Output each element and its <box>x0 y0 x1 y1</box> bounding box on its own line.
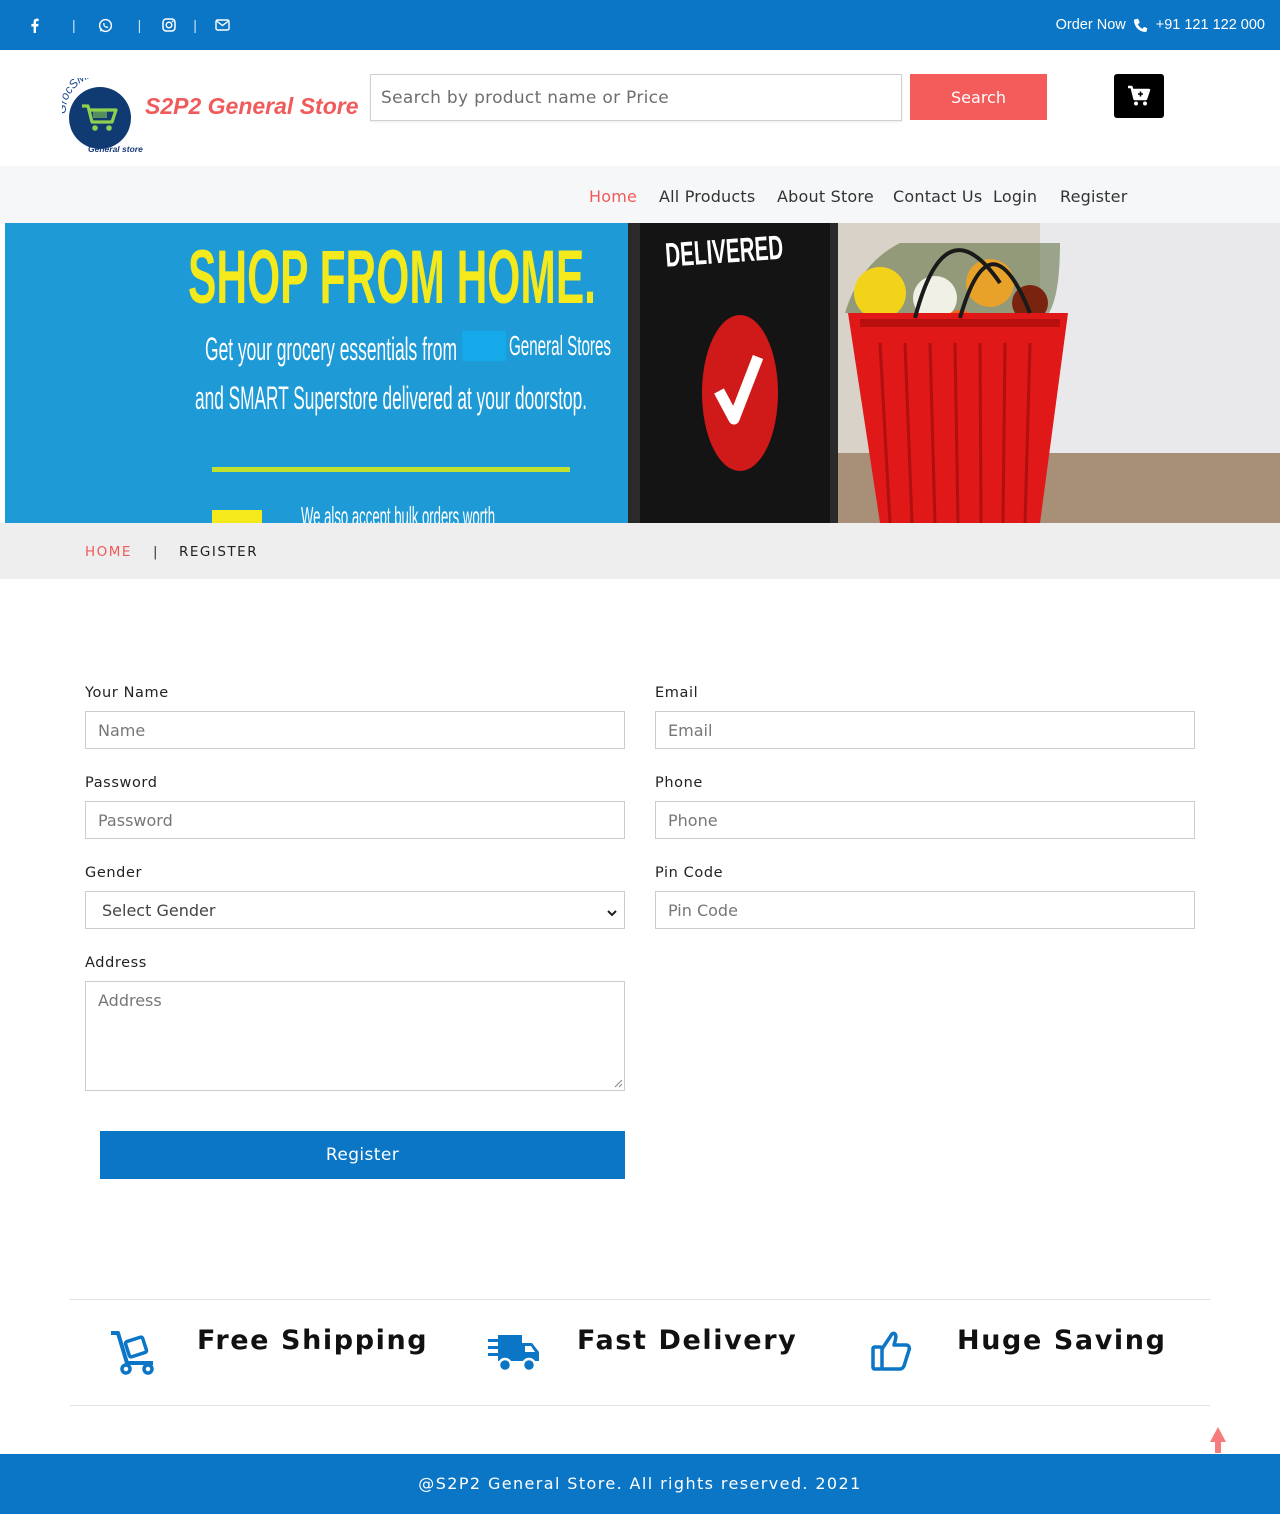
top-bar: | | | Order Now +91 121 122 000 <box>0 0 1280 50</box>
feature-label: Free Shipping <box>197 1325 429 1356</box>
truck-icon <box>488 1335 539 1373</box>
nav-all-products[interactable]: All Products <box>659 187 755 206</box>
cart-icon <box>1128 85 1151 106</box>
site-footer: @S2P2 General Store. All rights reserved… <box>0 1454 1280 1514</box>
site-header: GrocSMART General store S2P2 General Sto… <box>0 50 1280 166</box>
address-field[interactable] <box>85 981 625 1091</box>
register-button[interactable]: Register <box>100 1131 625 1179</box>
promo-banner: SHOP FROM HOME. Get your grocery essenti… <box>0 223 1280 523</box>
feature-label: Fast Delivery <box>577 1325 798 1356</box>
breadcrumb-separator: | <box>153 544 160 560</box>
phone-field[interactable] <box>655 801 1195 839</box>
scroll-to-top-arrow-icon[interactable] <box>1208 1426 1228 1454</box>
gender-select[interactable]: Select Gender <box>85 891 625 929</box>
password-field[interactable] <box>85 801 625 839</box>
password-label: Password <box>85 775 158 791</box>
separator: | <box>137 17 142 33</box>
gender-select-value: Select Gender <box>102 901 216 920</box>
pincode-label: Pin Code <box>655 865 724 881</box>
name-field[interactable] <box>85 711 625 749</box>
banner-line-2: and SMART Superstore delivered at your d… <box>195 380 587 416</box>
separator: | <box>193 17 197 33</box>
dolly-icon <box>111 1331 154 1375</box>
facebook-icon[interactable] <box>26 17 42 33</box>
email-field[interactable] <box>655 711 1195 749</box>
envelope-icon[interactable] <box>215 17 231 33</box>
name-label: Your Name <box>85 685 169 701</box>
cart-button[interactable] <box>1114 74 1164 118</box>
email-label: Email <box>655 685 699 701</box>
order-now[interactable]: Order Now +91 121 122 000 <box>1056 0 1265 50</box>
resize-handle[interactable] <box>613 1078 623 1088</box>
search-input[interactable] <box>370 74 902 121</box>
phone-label: Phone <box>655 775 703 791</box>
breadcrumb-current: REGISTER <box>179 544 259 560</box>
banner-line-1: Get your grocery essentials from <box>205 331 457 367</box>
nav-home[interactable]: Home <box>589 187 637 206</box>
pincode-field[interactable] <box>655 891 1195 929</box>
thumbs-up-icon <box>871 1331 912 1371</box>
whatsapp-icon[interactable] <box>98 17 114 33</box>
phone-icon <box>1133 18 1148 32</box>
search-button[interactable]: Search <box>910 74 1047 120</box>
nav-login[interactable]: Login <box>993 187 1037 206</box>
address-label: Address <box>85 955 147 971</box>
divider <box>70 1405 1210 1406</box>
divider <box>70 1299 1210 1300</box>
copyright-text: @S2P2 General Store. All rights reserved… <box>418 1474 862 1493</box>
feature-label: Huge Saving <box>957 1325 1167 1356</box>
breadcrumb-home[interactable]: HOME <box>85 544 132 560</box>
banner-headline: SHOP FROM HOME. <box>188 235 596 320</box>
order-now-label: Order Now <box>1055 17 1126 33</box>
social-links: | | | <box>26 0 231 50</box>
banner-line-3: We also accept bulk orders worth <box>301 501 495 523</box>
main-nav: Home All Products About Store Contact Us… <box>0 166 1280 223</box>
instagram-icon[interactable] <box>161 17 177 33</box>
svg-text:General store: General store <box>88 144 143 154</box>
banner-line-1b: General Stores <box>509 330 611 361</box>
store-brand-name[interactable]: S2P2 General Store <box>145 93 359 120</box>
phone-number[interactable]: +91 121 122 000 <box>1156 17 1265 33</box>
separator: | <box>72 17 76 33</box>
nav-register[interactable]: Register <box>1060 187 1127 206</box>
gender-label: Gender <box>85 865 143 881</box>
chevron-down-icon <box>606 904 618 923</box>
breadcrumb: HOME | REGISTER <box>0 523 1280 579</box>
nav-contact-us[interactable]: Contact Us <box>893 187 982 206</box>
nav-about-store[interactable]: About Store <box>777 187 874 206</box>
store-logo[interactable]: GrocSMART General store <box>55 65 144 154</box>
